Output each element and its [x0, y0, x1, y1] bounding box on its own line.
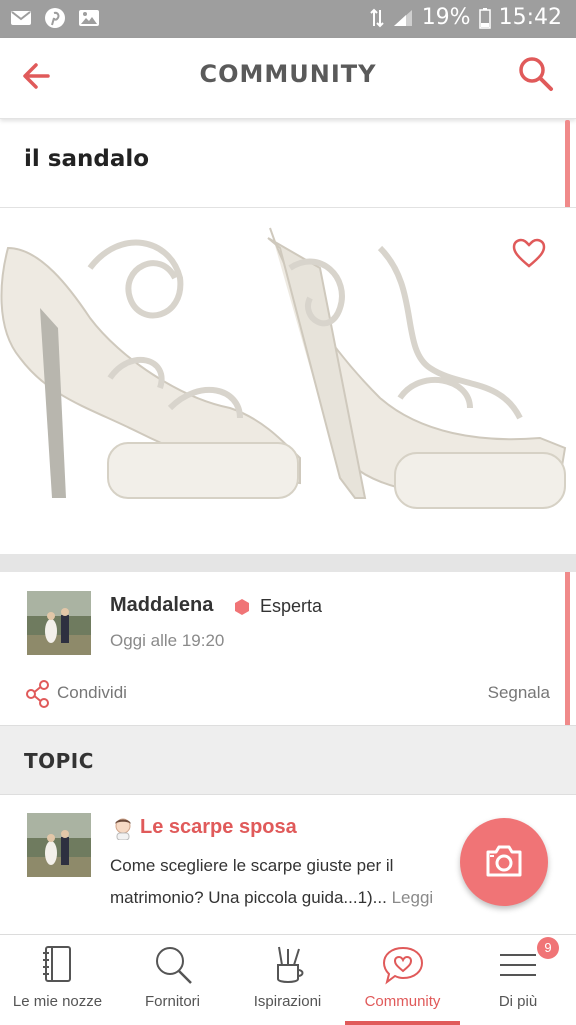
- topic-section-header: TOPIC: [0, 725, 576, 795]
- topic-title[interactable]: Le scarpe sposa: [140, 816, 297, 839]
- nav-label: Fornitori: [144, 993, 200, 1010]
- brushes-icon: [276, 946, 303, 983]
- nav-item-ispirazioni[interactable]: Ispirazioni: [230, 935, 345, 1025]
- pinterest-icon: [45, 8, 65, 28]
- battery-percent: 19%: [421, 5, 471, 30]
- data-arrows-icon: [369, 8, 384, 27]
- notification-badge: 9: [537, 937, 559, 959]
- avatar[interactable]: [27, 591, 91, 655]
- signal-icon: [393, 9, 412, 26]
- app-bar: COMMUNITY: [0, 38, 576, 119]
- topic-excerpt: Come scegliere le scarpe giuste per il m…: [110, 856, 394, 907]
- author-badge: Esperta: [260, 596, 323, 616]
- search-icon: [155, 947, 192, 984]
- post-timestamp: Oggi alle 19:20: [110, 631, 225, 650]
- camera-icon: [486, 845, 522, 877]
- topic-description: Come scegliere le scarpe giuste per il m…: [110, 850, 465, 910]
- page-title: COMMUNITY: [199, 60, 377, 88]
- nav-label: Ispirazioni: [253, 993, 322, 1010]
- nav-label: Community: [364, 993, 441, 1010]
- menu-icon: [500, 954, 536, 976]
- share-button[interactable]: Condividi: [57, 683, 127, 703]
- divider: [0, 554, 576, 572]
- hexagon-badge-icon: [235, 599, 249, 615]
- nav-item-community[interactable]: Community: [345, 935, 460, 1025]
- bottom-navigation: Le mie nozze Fornitori Ispirazioni Commu…: [0, 934, 576, 1025]
- section-heading: TOPIC: [24, 749, 94, 773]
- heart-icon[interactable]: [512, 238, 546, 268]
- search-icon[interactable]: [516, 54, 556, 94]
- post-image[interactable]: [0, 208, 576, 554]
- image-icon: [79, 10, 99, 26]
- avatar[interactable]: [27, 813, 91, 877]
- active-tab-indicator: [345, 1021, 460, 1025]
- mail-icon: [11, 11, 31, 25]
- nav-item-le-mie-nozze[interactable]: Le mie nozze: [0, 935, 115, 1025]
- bride-icon: [115, 818, 131, 840]
- clock: 15:42: [498, 5, 562, 30]
- nav-label: Di più: [498, 993, 538, 1010]
- sandals-illustration: [0, 227, 567, 509]
- camera-button[interactable]: [460, 818, 548, 906]
- share-icon[interactable]: [26, 680, 50, 708]
- report-button[interactable]: Segnala: [488, 683, 550, 703]
- status-bar: 19% 15:42: [0, 0, 576, 38]
- battery-icon: [478, 7, 491, 29]
- post-title: il sandalo: [24, 146, 150, 172]
- nav-item-fornitori[interactable]: Fornitori: [115, 935, 230, 1025]
- nav-label: Le mie nozze: [12, 993, 103, 1010]
- author-name[interactable]: Maddalena: [110, 594, 213, 617]
- notebook-icon: [42, 946, 71, 982]
- chat-heart-icon: [382, 946, 423, 985]
